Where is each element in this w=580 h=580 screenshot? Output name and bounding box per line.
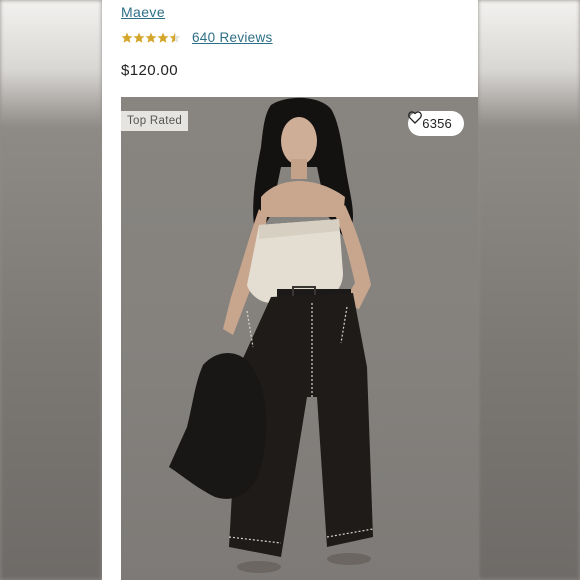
star-icon bbox=[145, 32, 157, 43]
half-star-icon bbox=[169, 32, 181, 43]
blurred-backdrop-left bbox=[0, 0, 102, 580]
star-icon bbox=[157, 32, 169, 43]
favorites-count: 6356 bbox=[422, 116, 452, 131]
heart-outline-icon bbox=[408, 111, 423, 124]
price: $120.00 bbox=[121, 62, 179, 79]
brand-link[interactable]: Maeve bbox=[121, 4, 165, 20]
star-icon bbox=[133, 32, 145, 43]
product-card: Maeve 640 Reviews $120.00 Top Rated 6356 bbox=[102, 0, 478, 580]
model-illustration bbox=[169, 97, 374, 573]
top-rated-badge: Top Rated bbox=[121, 111, 189, 131]
star-rating bbox=[121, 32, 181, 44]
blurred-backdrop-right bbox=[478, 0, 580, 580]
product-image[interactable]: Top Rated 6356 bbox=[121, 97, 478, 580]
star-icon bbox=[121, 32, 133, 43]
reviews-link[interactable]: 640 Reviews bbox=[192, 30, 273, 45]
favorite-button[interactable]: 6356 bbox=[408, 111, 464, 136]
rating-row: 640 Reviews bbox=[121, 30, 273, 45]
